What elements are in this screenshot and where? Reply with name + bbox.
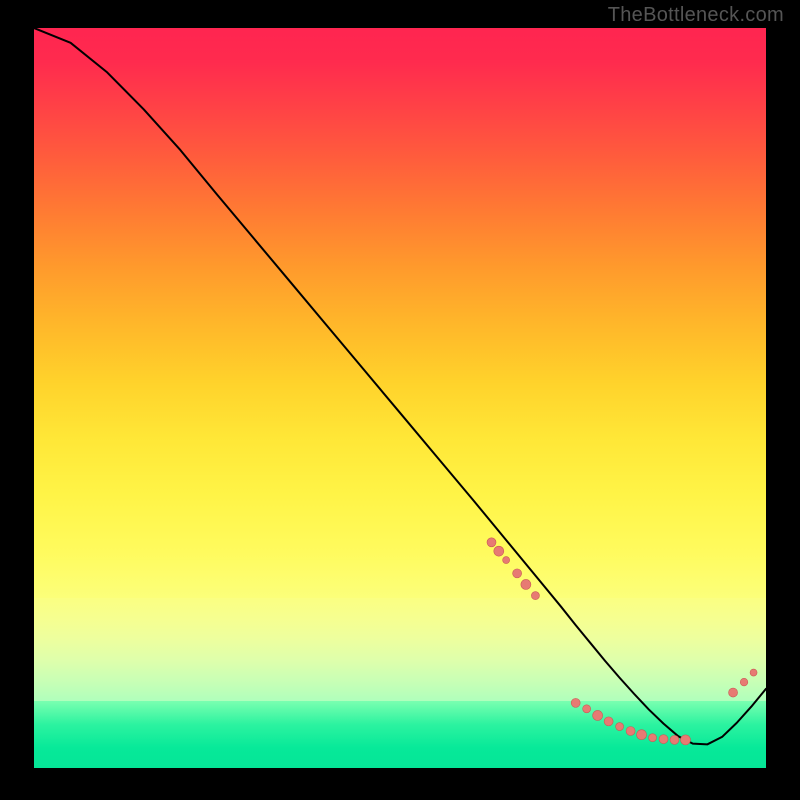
data-marker <box>503 557 510 564</box>
data-marker <box>593 710 603 720</box>
marker-group <box>487 538 757 745</box>
data-marker <box>649 734 657 742</box>
data-marker <box>494 546 504 556</box>
data-marker <box>740 678 748 686</box>
data-marker <box>670 735 679 744</box>
watermark-text: TheBottleneck.com <box>608 4 784 27</box>
chart-frame: TheBottleneck.com <box>0 0 800 800</box>
data-marker <box>604 717 613 726</box>
data-marker <box>487 538 496 547</box>
data-marker <box>750 669 757 676</box>
bottleneck-curve <box>34 28 766 744</box>
plot-area <box>34 28 766 768</box>
data-marker <box>571 698 580 707</box>
data-marker <box>513 569 522 578</box>
data-marker <box>531 592 539 600</box>
data-marker <box>659 735 668 744</box>
data-marker <box>583 705 591 713</box>
data-marker <box>626 727 635 736</box>
data-marker <box>521 579 531 589</box>
data-marker <box>616 723 624 731</box>
data-marker <box>637 730 647 740</box>
chart-svg <box>34 28 766 768</box>
data-marker <box>729 688 738 697</box>
data-marker <box>680 735 690 745</box>
